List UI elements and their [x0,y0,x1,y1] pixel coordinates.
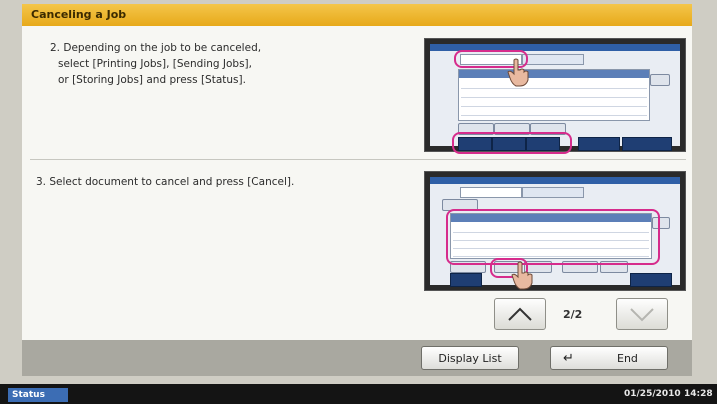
status-bar: Status 01/25/2010 14:28 [0,384,717,404]
enter-icon: ↵ [563,351,574,366]
help-content-panel: 2. Depending on the job to be canceled, … [22,26,692,340]
status-button[interactable]: Status [8,388,68,402]
step-3-screenshot [424,171,686,291]
step-2-line-3: or [Storing Jobs] and press [Status]. [58,74,246,86]
chevron-up-icon [508,307,532,321]
step-2-screenshot [424,38,686,154]
page-indicator: 2/2 [563,308,583,321]
step-2-line-1: 2. Depending on the job to be canceled, [50,42,262,54]
page-title: Canceling a Job [31,8,127,21]
step-2-line-2: select [Printing Jobs], [Sending Jobs], [58,58,252,70]
page-down-button[interactable] [616,298,668,330]
display-list-label: Display List [438,351,502,365]
status-date: 01/25/2010 [624,389,681,399]
step-3-text: 3. Select document to cancel and press [… [36,174,336,190]
step-3-line-1: 3. Select document to cancel and press [… [36,176,295,188]
hand-pointer-icon-2 [511,261,533,290]
display-list-button[interactable]: Display List [421,346,519,370]
title-bar: Canceling a Job [22,4,692,27]
page-up-button[interactable] [494,298,546,330]
step-2-text: 2. Depending on the job to be canceled, … [36,40,336,88]
status-time: 14:28 [684,389,713,399]
bottom-action-bar: Display List ↵ End [22,340,692,376]
chevron-down-icon [630,308,654,322]
end-button[interactable]: ↵ End [550,346,668,370]
hand-pointer-icon [507,58,529,87]
step-divider [30,159,686,160]
end-label: End [617,352,638,365]
